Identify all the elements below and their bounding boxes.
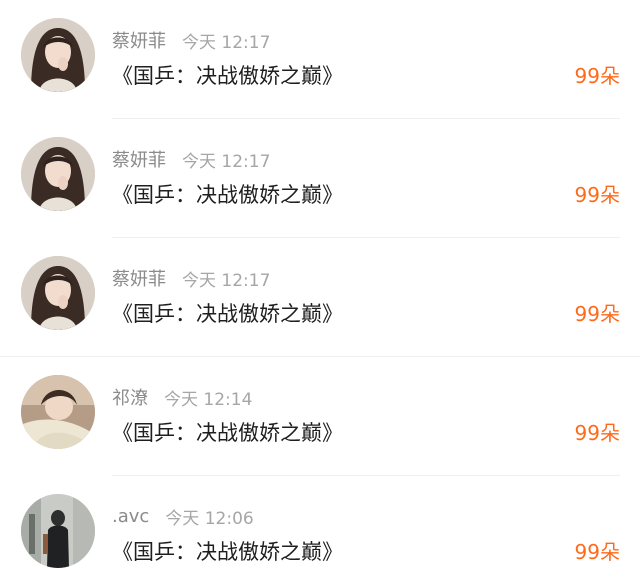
message-text: 《国乒：决战傲娇之巅》 [112, 183, 343, 207]
timestamp: 今天 12:06 [165, 508, 254, 529]
avatar[interactable] [21, 18, 95, 92]
username[interactable]: 蔡妍菲 [112, 265, 166, 291]
username[interactable]: 祁潦 [112, 384, 148, 410]
item-meta: 祁潦 今天 12:14 [112, 384, 253, 410]
username[interactable]: .avc [112, 506, 149, 527]
gift-amount: 99朵 [574, 183, 620, 207]
gift-record-list: 蔡妍菲 今天 12:17 《国乒：决战傲娇之巅》 99朵 蔡妍菲 今天 12:1… [0, 0, 640, 587]
avatar-person-street-icon [21, 494, 95, 568]
username[interactable]: 蔡妍菲 [112, 146, 166, 172]
message-text: 《国乒：决战傲娇之巅》 [112, 540, 343, 564]
avatar-girl-long-hair-icon [21, 18, 95, 92]
timestamp: 今天 12:14 [164, 389, 253, 410]
item-meta: 蔡妍菲 今天 12:17 [112, 27, 271, 53]
list-item[interactable]: 祁潦 今天 12:14 《国乒：决战傲娇之巅》 99朵 [0, 357, 640, 476]
avatar[interactable] [21, 375, 95, 449]
timestamp: 今天 12:17 [182, 151, 271, 172]
message-text: 《国乒：决战傲娇之巅》 [112, 64, 343, 88]
item-meta: 蔡妍菲 今天 12:17 [112, 146, 271, 172]
item-meta: .avc 今天 12:06 [112, 504, 254, 529]
list-item[interactable]: .avc 今天 12:06 《国乒：决战傲娇之巅》 99朵 [0, 476, 640, 587]
list-item[interactable]: 蔡妍菲 今天 12:17 《国乒：决战傲娇之巅》 99朵 [0, 238, 640, 357]
avatar-girl-long-hair-icon [21, 137, 95, 211]
message-text: 《国乒：决战傲娇之巅》 [112, 302, 343, 326]
gift-amount: 99朵 [574, 421, 620, 445]
list-item[interactable]: 蔡妍菲 今天 12:17 《国乒：决战傲娇之巅》 99朵 [0, 0, 640, 119]
list-item[interactable]: 蔡妍菲 今天 12:17 《国乒：决战傲娇之巅》 99朵 [0, 119, 640, 238]
gift-amount: 99朵 [574, 302, 620, 326]
avatar[interactable] [21, 494, 95, 568]
avatar-girl-lying-icon [21, 375, 95, 449]
item-meta: 蔡妍菲 今天 12:17 [112, 265, 271, 291]
avatar[interactable] [21, 256, 95, 330]
gift-amount: 99朵 [574, 64, 620, 88]
timestamp: 今天 12:17 [182, 32, 271, 53]
timestamp: 今天 12:17 [182, 270, 271, 291]
gift-amount: 99朵 [574, 540, 620, 564]
avatar-girl-long-hair-icon [21, 256, 95, 330]
username[interactable]: 蔡妍菲 [112, 27, 166, 53]
avatar[interactable] [21, 137, 95, 211]
message-text: 《国乒：决战傲娇之巅》 [112, 421, 343, 445]
